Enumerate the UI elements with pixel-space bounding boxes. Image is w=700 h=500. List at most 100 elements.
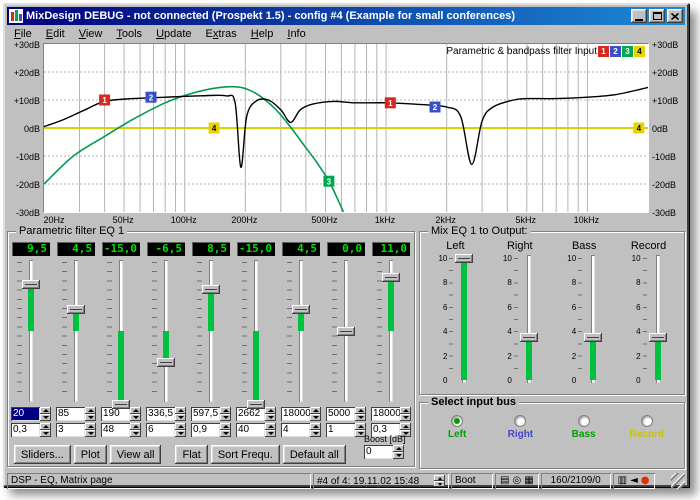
flat-button[interactable]: Flat bbox=[175, 445, 207, 464]
spin-down-button[interactable] bbox=[393, 452, 404, 459]
menu-extras[interactable]: Extras bbox=[199, 27, 244, 41]
slider-thumb[interactable] bbox=[157, 358, 175, 367]
slider-thumb[interactable] bbox=[337, 327, 355, 336]
menu-update[interactable]: Update bbox=[149, 27, 198, 41]
plot-button[interactable]: Plot bbox=[74, 445, 107, 464]
menu-view[interactable]: View bbox=[72, 27, 110, 41]
mix-level-slider[interactable]: 1086420 bbox=[431, 253, 479, 385]
eq-freq-input-value[interactable]: 2662 bbox=[236, 407, 265, 421]
spin-down-button[interactable] bbox=[175, 414, 186, 421]
menu-edit[interactable]: Edit bbox=[39, 27, 72, 41]
radio-right[interactable] bbox=[514, 415, 526, 427]
spin-up-button[interactable] bbox=[310, 407, 321, 414]
radio-left[interactable] bbox=[451, 415, 463, 427]
eq-q-input-value[interactable]: 0,9 bbox=[191, 423, 220, 437]
mix-level-slider[interactable]: 1086420 bbox=[560, 253, 608, 385]
eq-q-input-value[interactable]: 4 bbox=[281, 423, 310, 437]
eq-freq-input[interactable]: 18000 bbox=[371, 407, 411, 421]
spin-up-button[interactable] bbox=[310, 423, 321, 430]
zoom-icon[interactable]: ◎ bbox=[512, 475, 521, 487]
default-all-button[interactable]: Default all bbox=[283, 445, 346, 464]
eq-freq-input[interactable]: 5000 bbox=[326, 407, 366, 421]
record-led-icon[interactable]: ● bbox=[641, 475, 650, 487]
eq-freq-input[interactable]: 2662 bbox=[236, 407, 276, 421]
eq-q-input-value[interactable]: 3 bbox=[56, 423, 85, 437]
eq-freq-input[interactable]: 597,5 bbox=[191, 407, 231, 421]
input-bus-bass[interactable]: Bass bbox=[558, 415, 610, 440]
minimize-button[interactable] bbox=[631, 9, 647, 23]
slider-track[interactable] bbox=[74, 260, 78, 402]
view-all-button[interactable]: View all bbox=[110, 445, 162, 464]
slider-thumb[interactable] bbox=[649, 333, 667, 342]
spin-up-button[interactable] bbox=[130, 423, 141, 430]
spin-down-button[interactable] bbox=[220, 430, 231, 437]
monitor-icon[interactable]: ▦ bbox=[524, 475, 533, 487]
input-bus-record[interactable]: Record bbox=[621, 415, 673, 440]
eq-freq-input[interactable]: 20 bbox=[11, 407, 51, 421]
config-stepper[interactable] bbox=[434, 475, 445, 487]
eq-freq-input-value[interactable]: 20 bbox=[11, 407, 40, 421]
eq-gain-slider[interactable] bbox=[327, 258, 365, 404]
slider-thumb[interactable] bbox=[292, 305, 310, 314]
menu-help[interactable]: Help bbox=[244, 27, 281, 41]
slider-track[interactable] bbox=[299, 260, 303, 402]
eq-freq-input-value[interactable]: 190 bbox=[101, 407, 130, 421]
spin-up-button[interactable] bbox=[85, 423, 96, 430]
slider-thumb[interactable] bbox=[112, 400, 130, 409]
eq-q-input[interactable]: 6 bbox=[146, 423, 186, 437]
eq-gain-slider[interactable] bbox=[57, 258, 95, 404]
slider-thumb[interactable] bbox=[584, 333, 602, 342]
close-button[interactable] bbox=[667, 9, 683, 23]
slider-thumb[interactable] bbox=[382, 273, 400, 282]
slider-thumb[interactable] bbox=[247, 400, 265, 409]
spin-up-button[interactable] bbox=[175, 407, 186, 414]
eq-freq-input[interactable]: 85 bbox=[56, 407, 96, 421]
eq-q-input-value[interactable]: 6 bbox=[146, 423, 175, 437]
slider-thumb[interactable] bbox=[22, 280, 40, 289]
mixer-icon[interactable]: ▥ bbox=[618, 475, 627, 487]
mix-level-slider[interactable]: 1086420 bbox=[496, 253, 544, 385]
eq-gain-slider[interactable] bbox=[282, 258, 320, 404]
eq-freq-input-value[interactable]: 85 bbox=[56, 407, 85, 421]
slider-thumb[interactable] bbox=[67, 305, 85, 314]
slider-thumb[interactable] bbox=[202, 285, 220, 294]
maximize-button[interactable] bbox=[649, 9, 665, 23]
spin-down-button[interactable] bbox=[310, 414, 321, 421]
menu-info[interactable]: Info bbox=[280, 27, 312, 41]
spin-down-button[interactable] bbox=[265, 430, 276, 437]
eq-gain-slider[interactable] bbox=[192, 258, 230, 404]
input-bus-right[interactable]: Right bbox=[494, 415, 546, 440]
eq-freq-input-value[interactable]: 336,5 bbox=[146, 407, 175, 421]
eq-freq-input-value[interactable]: 5000 bbox=[326, 407, 355, 421]
eq-q-input[interactable]: 0,3 bbox=[11, 423, 51, 437]
spin-up-button[interactable] bbox=[400, 423, 411, 430]
radio-bass[interactable] bbox=[578, 415, 590, 427]
eq-q-input[interactable]: 4 bbox=[281, 423, 321, 437]
spin-up-button[interactable] bbox=[265, 423, 276, 430]
spin-down-button[interactable] bbox=[40, 430, 51, 437]
eq-freq-input[interactable]: 18000 bbox=[281, 407, 321, 421]
spin-up-button[interactable] bbox=[40, 407, 51, 414]
spin-down-icon[interactable] bbox=[434, 481, 445, 487]
resize-grip[interactable] bbox=[671, 473, 685, 489]
spin-up-button[interactable] bbox=[85, 407, 96, 414]
sliders-button[interactable]: Sliders... bbox=[14, 445, 71, 464]
eq-q-input-value[interactable]: 0,3 bbox=[11, 423, 40, 437]
spin-down-button[interactable] bbox=[355, 414, 366, 421]
spin-down-button[interactable] bbox=[40, 414, 51, 421]
eq-freq-input-value[interactable]: 18000 bbox=[371, 407, 400, 421]
speaker-icon[interactable]: ◄ bbox=[630, 475, 638, 487]
eq-q-input[interactable]: 48 bbox=[101, 423, 141, 437]
spin-up-button[interactable] bbox=[40, 423, 51, 430]
eq-q-input-value[interactable]: 40 bbox=[236, 423, 265, 437]
spin-down-button[interactable] bbox=[130, 414, 141, 421]
spin-up-button[interactable] bbox=[393, 445, 404, 452]
eq-q-input[interactable]: 3 bbox=[56, 423, 96, 437]
eq-gain-slider[interactable] bbox=[372, 258, 410, 404]
slider-thumb[interactable] bbox=[455, 254, 473, 263]
menu-file[interactable]: File bbox=[7, 27, 39, 41]
keyboard-icon[interactable]: ▤ bbox=[500, 475, 509, 487]
spin-up-button[interactable] bbox=[220, 407, 231, 414]
eq-gain-slider[interactable] bbox=[147, 258, 185, 404]
spin-up-button[interactable] bbox=[400, 407, 411, 414]
